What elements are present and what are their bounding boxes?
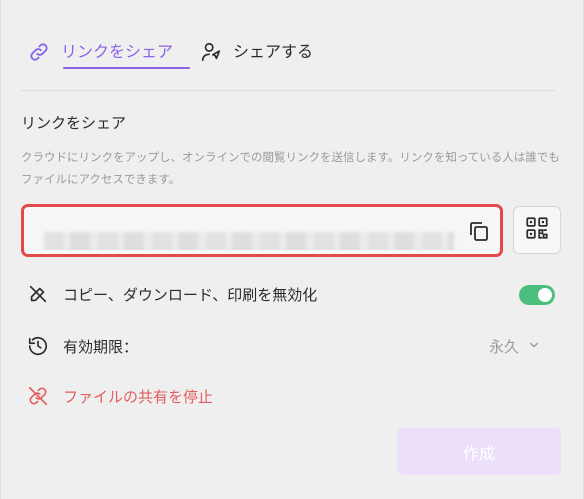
disable-copy-row: コピー、ダウンロード、印刷を無効化 [27,283,317,305]
expiry-select[interactable]: 永久 [489,336,541,357]
tab-share[interactable]: シェアする [199,40,313,64]
chevron-down-icon [527,337,541,356]
expiry-label: 有効期限： [63,337,139,356]
qr-code-button[interactable] [513,206,561,254]
copy-link-button[interactable] [460,214,498,252]
tab-share-link-label: リンクをシェア [61,42,174,61]
edit-disabled-icon [27,283,49,305]
expiry-value: 永久 [489,338,520,356]
share-description: クラウドにリンクをアップし、オンラインでの閲覧リンクを送信します。リンクを知って… [21,150,560,186]
tab-share-link[interactable]: リンクをシェア [27,40,173,64]
section-title: リンクをシェア [21,114,127,132]
link-url-value [44,232,454,250]
create-button[interactable]: 作成 [397,428,561,475]
qr-code-icon [524,215,550,245]
link-field-highlight [21,204,503,257]
disable-copy-toggle[interactable] [519,285,555,305]
stop-sharing-label: ファイルの共有を停止 [63,387,214,406]
create-button-label: 作成 [462,445,495,463]
disable-copy-label: コピー、ダウンロード、印刷を無効化 [63,285,318,304]
toggle-knob [538,288,552,302]
header-divider [21,90,555,91]
share-user-icon [199,40,223,64]
copy-icon [467,219,491,247]
share-dialog: リンクをシェア シェアする リンクをシェア クラウドにリンクをアップし、オンライ… [0,0,584,499]
expiry-row: 有効期限： [27,335,138,357]
link-input[interactable] [28,211,496,250]
tab-bar: リンクをシェア シェアする [27,40,313,72]
history-icon [27,335,49,357]
unlink-icon [27,385,49,407]
link-icon [27,40,51,64]
tab-share-label: シェアする [233,42,314,61]
stop-sharing-link[interactable]: ファイルの共有を停止 [27,385,213,407]
active-tab-indicator [63,67,190,69]
